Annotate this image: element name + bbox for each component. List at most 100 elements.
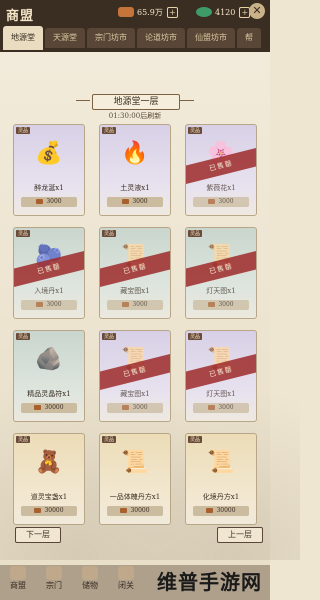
quality-tag: 灵品 [16,230,31,237]
puppet-icon: 🧸 [35,450,63,475]
item-name: 藏宝图x1 [120,287,150,295]
add-copper-button[interactable]: + [166,6,178,18]
item-name: 醉龙涎x1 [34,184,64,192]
nav-label: 商盟 [10,581,26,590]
item-price: 30000 [21,403,77,413]
copper-coin-icon [120,508,128,513]
price-value: 3000 [46,301,62,308]
nav-storage[interactable]: 储物 [78,566,102,590]
shop-item-card[interactable]: 灵品 📜 灯天图x1 3000 已售罄 [185,330,257,422]
copper-coin-icon [36,199,44,204]
price-value: 3000 [46,198,62,205]
price-value: 3000 [218,301,234,308]
quality-tag: 灵品 [102,230,117,237]
item-name: 入境丹x1 [34,287,64,295]
price-value: 30000 [44,404,64,411]
jade-currency: 4120 + [196,5,251,19]
shop-item-card[interactable]: 灵品 📜 藏宝图x1 3000 已售罄 [99,330,171,422]
item-name: 精品灵晶符x1 [27,390,71,398]
shop-item-card[interactable]: 灵品 📜 灯天图x1 3000 已售罄 [185,227,257,319]
price-value: 30000 [44,507,64,514]
quality-tag: 灵品 [102,333,117,340]
shop-item-card[interactable]: 灵品 💰 醉龙涎x1 3000 [13,124,85,216]
copper-coin-icon [208,302,216,307]
item-name: 一品体魄丹方x1 [109,493,161,501]
fire-icon: 🔥 [121,141,149,166]
jade-icon [196,7,212,17]
copper-coin-icon [206,508,214,513]
shop-item-card[interactable]: 灵品 🪨 精品灵晶符x1 30000 [13,330,85,422]
copper-currency: 65.9万 + [118,5,178,19]
banner-ornament-right [180,100,194,101]
copper-coin-icon [122,199,130,204]
copper-amount: 65.9万 [137,7,163,17]
shop-item-card[interactable]: 灵品 🌸 紫薇花x1 3000 已售罄 [185,124,257,216]
price-value: 3000 [218,404,234,411]
banner-ornament-left [76,100,90,101]
price-value: 3000 [218,198,234,205]
close-button[interactable]: ✕ [249,3,265,19]
sack-icon: 💰 [35,141,63,166]
item-price: 30000 [193,506,249,516]
copper-coin-icon [122,405,130,410]
item-price: 3000 [193,403,249,413]
item-name: 化境丹方x1 [202,493,240,501]
quality-tag: 灵品 [102,127,117,134]
nav-label: 储物 [82,581,98,590]
item-name: 紫薇花x1 [206,184,236,192]
nav-shangmeng[interactable]: 商盟 [6,566,30,590]
page-title: 商盟 [6,9,35,24]
copper-coin-icon [208,199,216,204]
item-price: 3000 [21,300,77,310]
copper-coin-icon [122,302,130,307]
shop-item-card[interactable]: 灵品 🔥 土灵液x1 3000 [99,124,171,216]
tab-more[interactable]: 帮 [237,28,261,48]
copper-coin-icon [208,405,216,410]
shop-item-card[interactable]: 灵品 🫐 入境丹x1 3000 已售罄 [13,227,85,319]
nav-retreat[interactable]: 闭关 [114,566,138,590]
next-floor-down-button[interactable]: 下一层 [15,527,61,543]
nav-label: 宗门 [46,581,62,590]
item-price: 3000 [193,300,249,310]
copper-coin-icon [34,405,42,410]
item-name: 藏宝图x1 [120,390,150,398]
shop-icon [10,566,26,580]
quality-tag: 灵品 [16,127,31,134]
bag-icon [82,566,98,580]
item-name: 道灵宝盏x1 [30,493,68,501]
tab-diyuantang[interactable]: 地源堂 [3,26,43,50]
quality-tag: 灵品 [16,333,31,340]
sect-icon [46,566,62,580]
tab-tianyuantang[interactable]: 天源堂 [45,28,85,48]
item-name: 灯天图x1 [206,287,236,295]
shop-item-card[interactable]: 灵品 🧸 道灵宝盏x1 30000 [13,433,85,525]
watermark-text: 维普手游网 [157,570,262,594]
copper-coin-icon [36,302,44,307]
floor-title: 地源堂一层 [92,94,180,110]
site-watermark: 维普手游网 [157,566,262,595]
nav-label: 闭关 [118,581,134,590]
shop-item-card[interactable]: 灵品 📜 藏宝图x1 3000 已售罄 [99,227,171,319]
item-price: 3000 [107,197,163,207]
item-price: 30000 [21,506,77,516]
tab-sect-market[interactable]: 宗门坊市 [87,28,135,48]
scroll-icon: 📜 [207,450,235,475]
shop-item-card[interactable]: 灵品 📜 化境丹方x1 30000 [185,433,257,525]
tab-alliance-market[interactable]: 仙盟坊市 [187,28,235,48]
tab-lundao-market[interactable]: 论道坊市 [137,28,185,48]
meditate-icon [118,566,134,580]
quality-tag: 灵品 [188,127,203,134]
shop-item-card[interactable]: 灵品 📜 一品体魄丹方x1 30000 [99,433,171,525]
nav-sect[interactable]: 宗门 [42,566,66,590]
item-price: 3000 [193,197,249,207]
jade-amount: 4120 [215,7,236,17]
price-value: 30000 [216,507,236,514]
price-value: 3000 [132,301,148,308]
item-price: 3000 [21,197,77,207]
next-floor-up-button[interactable]: 上一层 [217,527,263,543]
item-price: 3000 [107,300,163,310]
refresh-timer: 01:30:00后刷新 [108,112,162,120]
crystal-icon: 🪨 [35,347,63,372]
item-price: 30000 [107,506,163,516]
quality-tag: 灵品 [16,436,31,443]
